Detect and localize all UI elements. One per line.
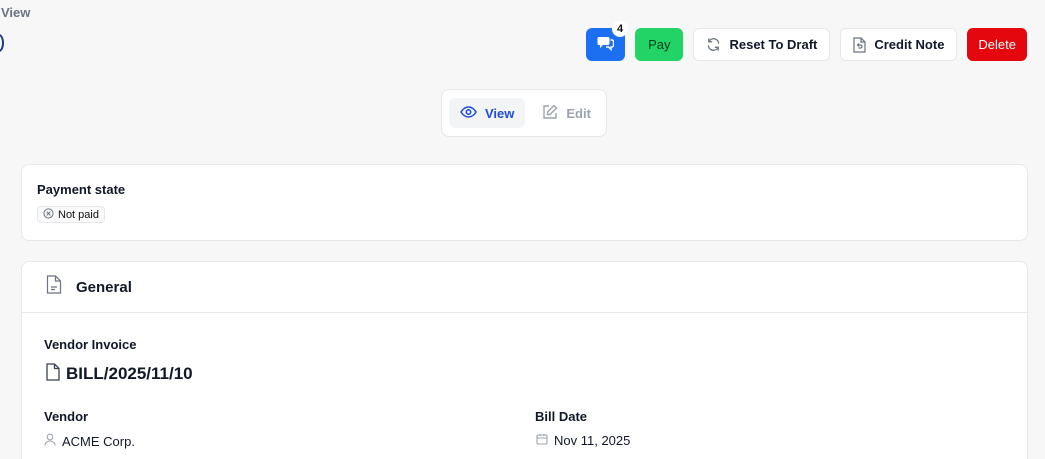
edit-mode-label: Edit (566, 105, 591, 121)
edit-mode-button[interactable]: Edit (531, 98, 602, 128)
bill-date-label: Bill Date (535, 409, 588, 424)
circle-x-icon (43, 207, 54, 222)
payment-state-card: Payment state Not paid (21, 164, 1028, 241)
document-icon (46, 275, 62, 299)
file-icon (46, 363, 60, 384)
payment-status-badge: Not paid (37, 206, 105, 223)
chat-bubbles-icon (597, 36, 615, 54)
payment-status-text: Not paid (58, 208, 99, 221)
action-toolbar: 4 Pay Reset To Draft Credit Note Delete (586, 21, 1027, 61)
document-return-icon (853, 36, 866, 53)
view-mode-button[interactable]: View (449, 98, 526, 128)
vendor-label: Vendor (44, 409, 89, 424)
eye-icon (460, 105, 477, 121)
view-edit-toggle: View Edit (441, 89, 607, 137)
view-mode-label: View (485, 105, 515, 121)
refresh-icon (706, 37, 721, 52)
vendor-name[interactable]: ACME Corp. (62, 434, 135, 449)
delete-button[interactable]: Delete (967, 28, 1027, 61)
payment-state-label: Payment state (37, 182, 126, 197)
reset-to-draft-label: Reset To Draft (729, 37, 818, 52)
vendor-value: ACME Corp. (44, 433, 135, 449)
page-title-fragment (0, 34, 4, 52)
bill-date-text: Nov 11, 2025 (554, 433, 631, 448)
bill-date-value: Nov 11, 2025 (536, 433, 630, 448)
calendar-icon (536, 433, 548, 448)
credit-note-label: Credit Note (874, 37, 945, 52)
credit-note-button[interactable]: Credit Note (840, 28, 958, 61)
vendor-invoice-label: Vendor Invoice (44, 337, 137, 352)
general-section-card: General Vendor Invoice BILL/2025/11/10 V… (21, 261, 1028, 459)
general-section-title: General (76, 278, 132, 296)
messages-button[interactable]: 4 (586, 21, 629, 61)
bill-number: BILL/2025/11/10 (66, 363, 193, 383)
reset-to-draft-button[interactable]: Reset To Draft (693, 28, 831, 61)
edit-pencil-icon (542, 104, 558, 123)
pay-button[interactable]: Pay (635, 28, 684, 61)
breadcrumb[interactable]: View (1, 5, 30, 20)
user-icon (44, 433, 56, 449)
messages-count-badge: 4 (612, 21, 629, 37)
general-section-header: General (22, 262, 1027, 313)
vendor-invoice-value: BILL/2025/11/10 (46, 363, 193, 384)
